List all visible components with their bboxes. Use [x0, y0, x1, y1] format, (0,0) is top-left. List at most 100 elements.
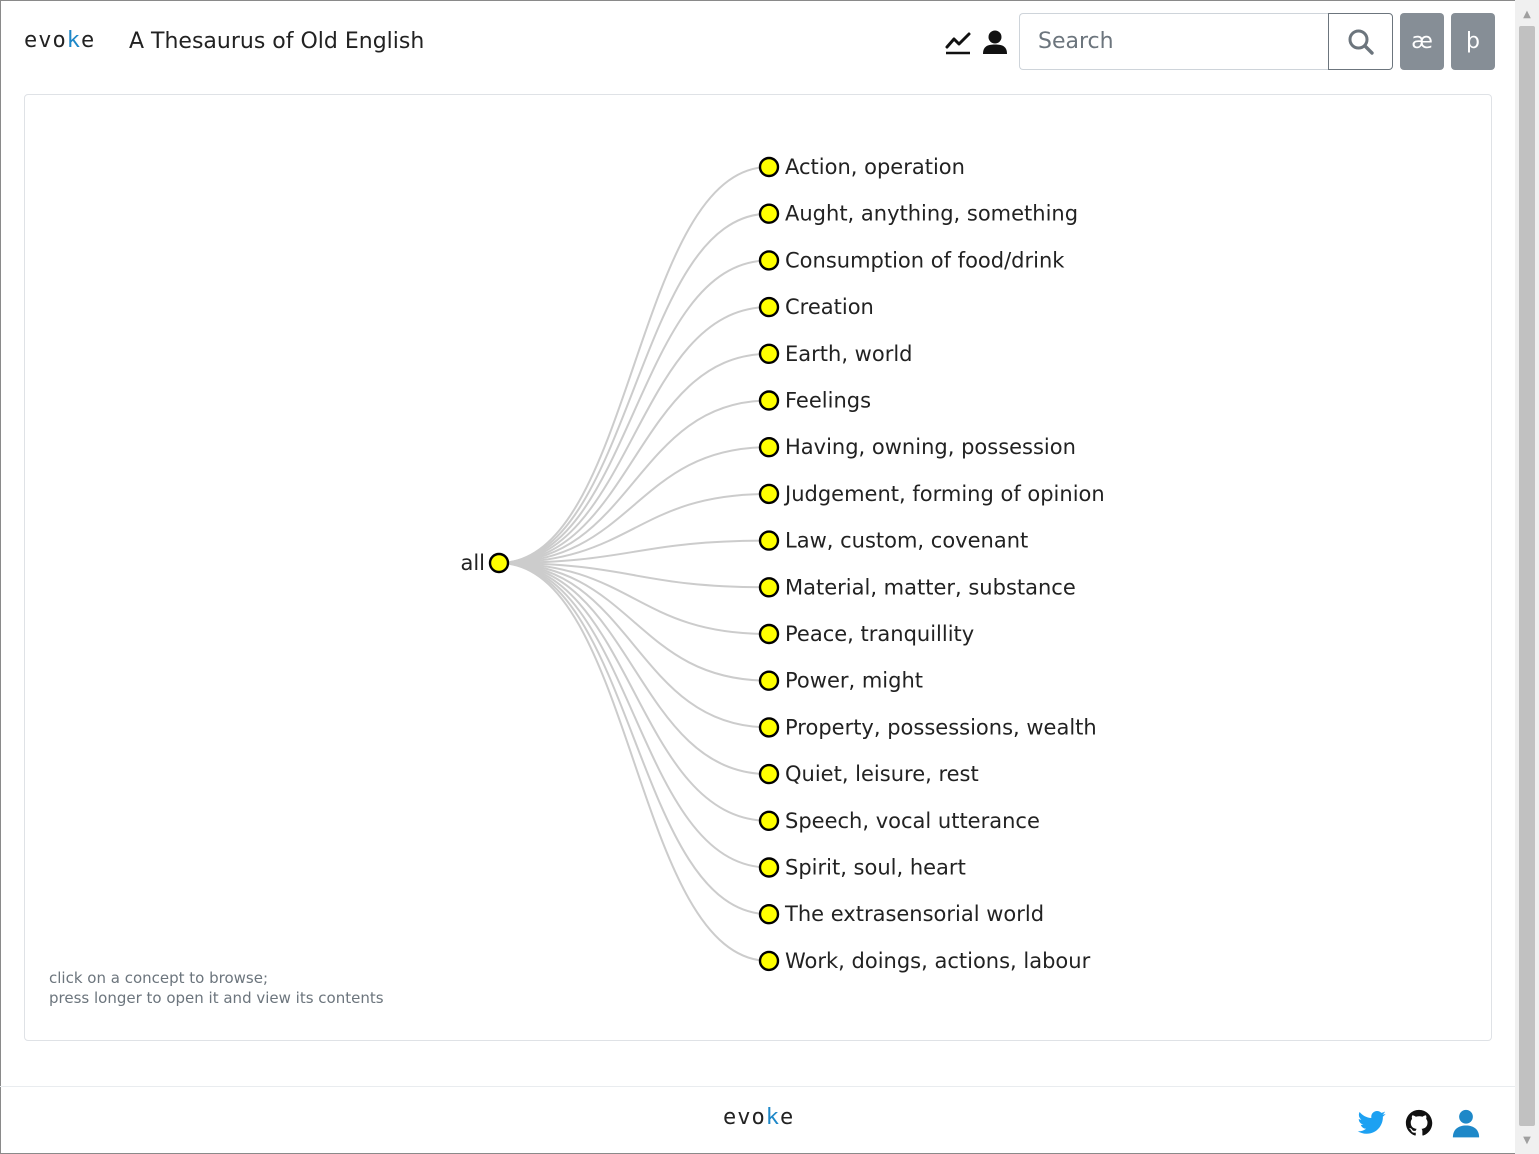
- tree-node-label[interactable]: Material, matter, substance: [785, 575, 1076, 599]
- tree-node-dot[interactable]: [758, 857, 780, 878]
- footer-logo-text-end: e: [780, 1105, 795, 1130]
- tree-link: [498, 212, 770, 564]
- tree-node[interactable]: Quiet, leisure, rest: [758, 762, 979, 786]
- tree-node-label[interactable]: Aught, anything, something: [785, 202, 1078, 226]
- tree-node-label[interactable]: Judgement, forming of opinion: [783, 482, 1105, 506]
- insert-ash-button[interactable]: æ: [1400, 13, 1444, 70]
- tree-node-dot[interactable]: [758, 623, 780, 645]
- tree-node-dot[interactable]: [758, 810, 780, 831]
- tree-link: [498, 352, 770, 564]
- tree-node-label[interactable]: Work, doings, actions, labour: [785, 949, 1091, 973]
- tree-node[interactable]: Spirit, soul, heart: [758, 856, 966, 880]
- twitter-icon[interactable]: [1357, 1108, 1387, 1138]
- tree-node-label[interactable]: Consumption of food/drink: [785, 248, 1065, 272]
- footer-divider: [0, 1086, 1515, 1087]
- footer-logo[interactable]: evoke: [723, 1105, 794, 1130]
- tree-node-label[interactable]: Spirit, soul, heart: [785, 856, 966, 880]
- brand-logo-text-end: e: [81, 28, 96, 53]
- tree-node-dot[interactable]: [758, 343, 780, 364]
- tree-node-label[interactable]: Speech, vocal utterance: [785, 809, 1040, 833]
- usage-hint: click on a concept to browse; press long…: [49, 968, 384, 1008]
- tree-node[interactable]: Judgement, forming of opinion: [758, 482, 1105, 506]
- tree-node-label[interactable]: Feelings: [785, 389, 871, 413]
- tree-node[interactable]: The extrasensorial world: [758, 902, 1044, 926]
- tree-node-label[interactable]: Having, owning, possession: [785, 435, 1076, 459]
- tree-node[interactable]: Speech, vocal utterance: [758, 809, 1040, 833]
- tree-node-label[interactable]: Creation: [785, 295, 874, 319]
- tree-node-dot[interactable]: [758, 670, 780, 691]
- app-title: A Thesaurus of Old English: [129, 29, 425, 54]
- insert-thorn-button[interactable]: þ: [1451, 13, 1495, 70]
- line-chart-icon[interactable]: [944, 28, 972, 56]
- vertical-scrollbar[interactable]: ▲ ▼: [1515, 0, 1539, 1154]
- footer-logo-accent: k: [765, 1105, 780, 1130]
- usage-hint-line-2: press longer to open it and view its con…: [49, 989, 384, 1007]
- brand-logo-text-start: evo: [24, 28, 67, 53]
- footer-logo-text-start: evo: [723, 1105, 766, 1130]
- search-icon: [1348, 29, 1374, 55]
- tree-node[interactable]: Consumption of food/drink: [758, 248, 1065, 272]
- search-button[interactable]: [1328, 13, 1393, 70]
- tree-node-dot[interactable]: [758, 156, 780, 178]
- search-bar: [1019, 13, 1393, 70]
- tree-node[interactable]: Property, possessions, wealth: [758, 715, 1097, 739]
- tree-node[interactable]: Work, doings, actions, labour: [758, 949, 1091, 973]
- tree-node[interactable]: Earth, world: [758, 342, 913, 366]
- tree-node-dot[interactable]: [488, 552, 510, 574]
- tree-node-dot[interactable]: [758, 763, 780, 785]
- tree-node-label[interactable]: The extrasensorial world: [784, 902, 1044, 926]
- tree-link: [498, 562, 770, 916]
- tree-node-dot[interactable]: [758, 296, 780, 318]
- tree-node-dot[interactable]: [758, 577, 780, 598]
- tree-link: [498, 562, 770, 729]
- person-icon[interactable]: [1451, 1108, 1481, 1138]
- brand-logo[interactable]: evoke: [24, 28, 95, 53]
- tree-node[interactable]: Aught, anything, something: [758, 202, 1078, 226]
- tree-link: [498, 306, 770, 564]
- user-icon[interactable]: [981, 28, 1009, 56]
- tree-node[interactable]: Feelings: [758, 389, 871, 413]
- github-icon[interactable]: [1404, 1108, 1434, 1138]
- tree-node-label[interactable]: Quiet, leisure, rest: [785, 762, 979, 786]
- scrollbar-thumb[interactable]: [1519, 26, 1535, 1126]
- tree-node-dot[interactable]: [758, 904, 780, 925]
- tree-link: [498, 562, 770, 682]
- tree-node-label[interactable]: Law, custom, covenant: [785, 529, 1028, 553]
- tree-node-dot[interactable]: [758, 483, 780, 505]
- tree-node-label[interactable]: Property, possessions, wealth: [785, 715, 1097, 739]
- search-input[interactable]: [1019, 13, 1328, 70]
- tree-node-label[interactable]: Earth, world: [785, 342, 913, 366]
- tree-link: [498, 562, 770, 869]
- tree-node-dot[interactable]: [758, 437, 780, 458]
- tree-link: [498, 259, 770, 564]
- tree-node-dot[interactable]: [758, 950, 780, 972]
- tree-node[interactable]: Peace, tranquillity: [758, 622, 974, 646]
- tree-node-dot[interactable]: [758, 530, 780, 551]
- tree-node-label[interactable]: all: [460, 551, 485, 575]
- concept-tree-panel: all Action, operation Aught, anything, som…: [24, 94, 1492, 1041]
- tree-link: [498, 562, 770, 822]
- tree-link: [498, 399, 770, 564]
- scroll-up-arrow-icon[interactable]: ▲: [1515, 4, 1539, 24]
- brand-logo-accent: k: [66, 28, 81, 53]
- scroll-down-arrow-icon[interactable]: ▼: [1515, 1130, 1539, 1150]
- tree-node-label[interactable]: Peace, tranquillity: [785, 622, 974, 646]
- tree-node-dot[interactable]: [758, 250, 780, 271]
- tree-node[interactable]: Power, might: [758, 669, 923, 693]
- tree-link: [498, 446, 770, 564]
- tree-link: [498, 562, 770, 776]
- tree-node-dot[interactable]: [758, 717, 780, 738]
- tree-node-label[interactable]: Power, might: [785, 669, 923, 693]
- tree-node[interactable]: Material, matter, substance: [758, 575, 1076, 599]
- tree-node[interactable]: Creation: [758, 295, 874, 319]
- concept-tree: all Action, operation Aught, anything, som…: [460, 155, 1105, 973]
- tree-node-label[interactable]: Action, operation: [785, 155, 965, 179]
- tree-node[interactable]: Action, operation: [758, 155, 965, 179]
- tree-node-dot[interactable]: [758, 390, 780, 411]
- tree-node-dot[interactable]: [758, 203, 780, 224]
- tree-node-root[interactable]: all: [460, 551, 510, 575]
- usage-hint-line-1: click on a concept to browse;: [49, 969, 269, 987]
- tree-node[interactable]: Having, owning, possession: [758, 435, 1076, 459]
- tree-node[interactable]: Law, custom, covenant: [758, 529, 1028, 553]
- tree-links: [498, 166, 770, 962]
